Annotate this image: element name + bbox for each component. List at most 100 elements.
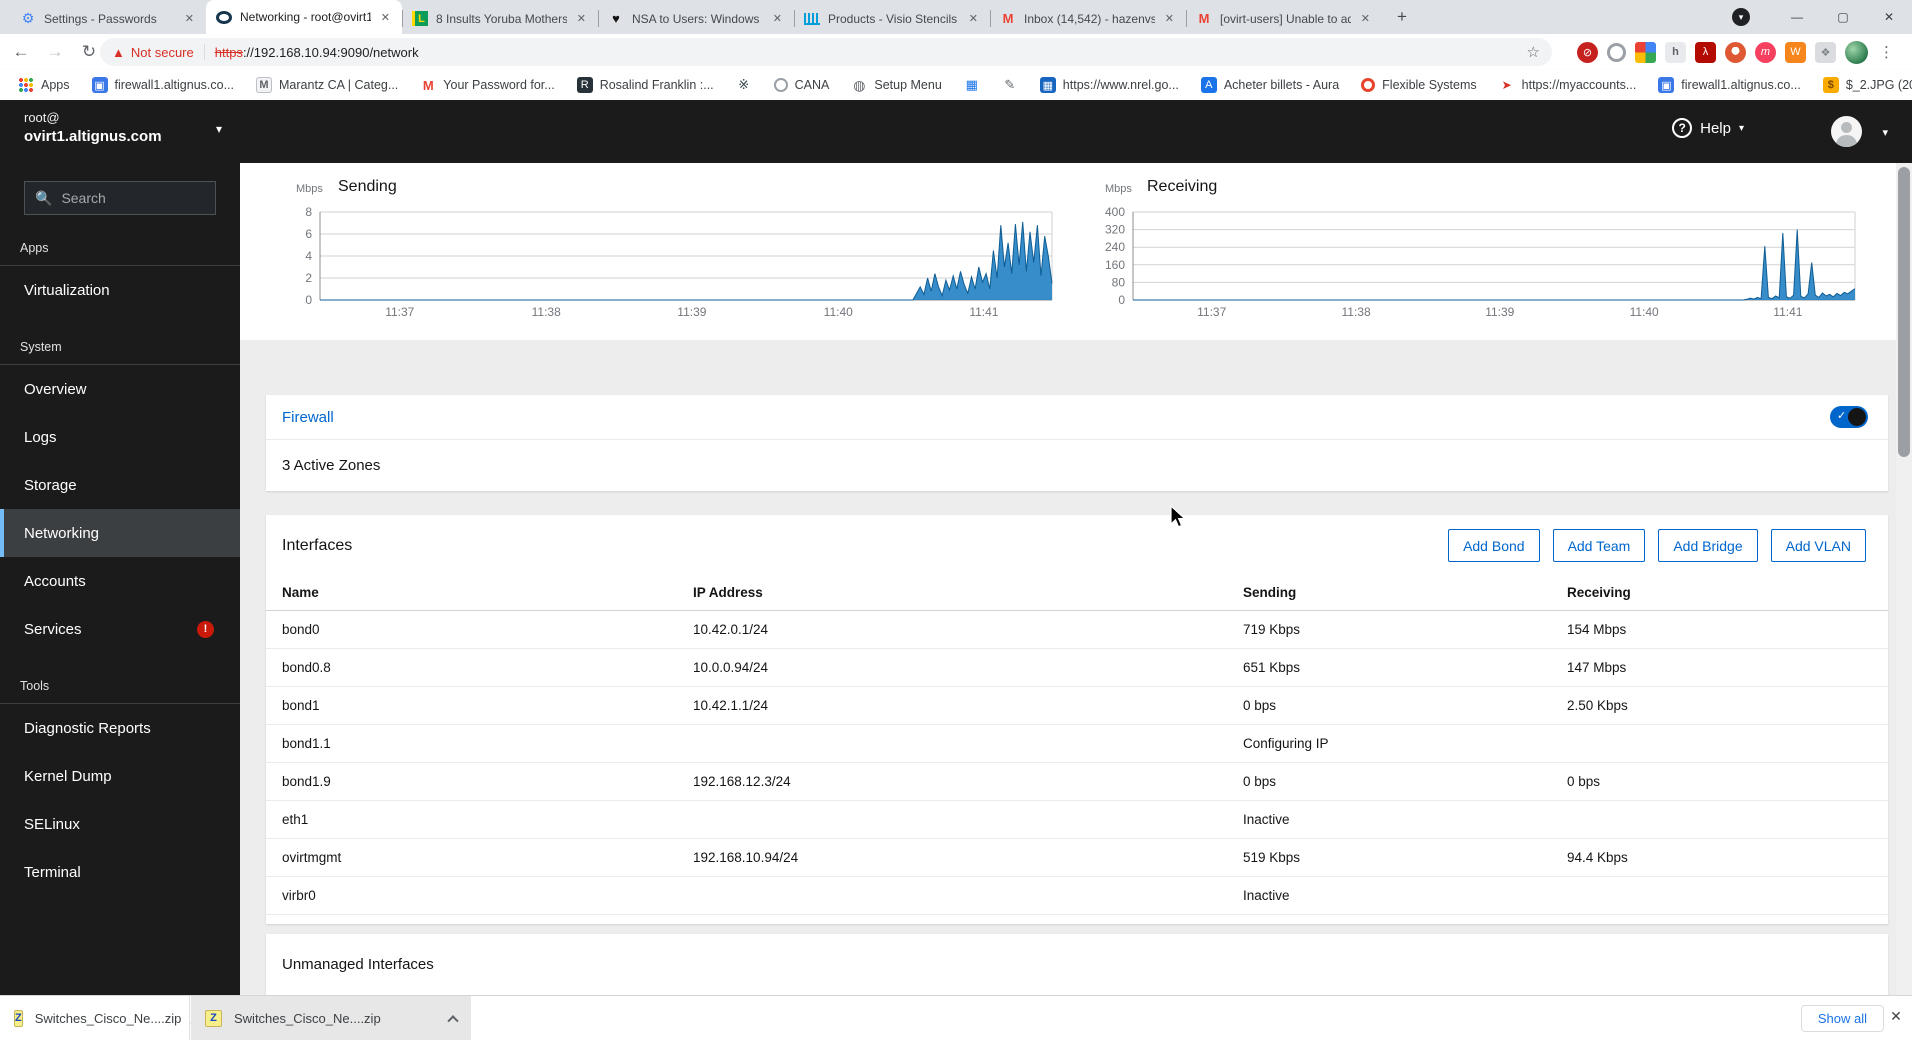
downloads-close-icon[interactable]: ✕ [1886, 1008, 1906, 1025]
h-ext-extension-icon[interactable]: h [1665, 41, 1686, 63]
forward-icon[interactable]: → [42, 39, 68, 65]
bookmark-item[interactable]: ※ [736, 77, 752, 93]
page-scrollbar[interactable] [1896, 163, 1912, 995]
download-item[interactable]: Z Switches_Cisco_Ne....zip [0, 996, 198, 1040]
fox-extension-icon[interactable]: W [1785, 41, 1806, 63]
tab-close-icon[interactable]: ✕ [183, 10, 196, 27]
add-vlan-button[interactable]: Add VLAN [1770, 529, 1866, 562]
tab-close-icon[interactable]: ✕ [575, 10, 588, 27]
bookmark-item[interactable]: R Rosalind Franklin :... [576, 77, 714, 93]
sidebar-item-diagnostic-reports[interactable]: Diagnostic Reports [0, 704, 240, 752]
cell-name[interactable]: bond1 [282, 698, 693, 713]
active-zones-row[interactable]: 3 Active Zones [266, 440, 1888, 490]
bookmark-item[interactable]: ◍ Setup Menu [851, 77, 942, 93]
cell-name[interactable]: bond0 [282, 622, 693, 637]
table-row[interactable]: ovirtmgmt 192.168.10.94/24 519 Kbps 94.4 Kb… [266, 839, 1888, 877]
meetup-extension-icon[interactable]: m [1755, 41, 1776, 63]
search-input[interactable] [61, 190, 192, 206]
browser-tab[interactable]: M [ovirt-users] Unable to add host ✕ [1186, 3, 1382, 34]
add-bridge-button[interactable]: Add Bridge [1658, 529, 1758, 562]
browser-tab[interactable]: ♥ NSA to Users: Windows 10 and W ✕ [598, 3, 794, 34]
reload-icon[interactable]: ↻ [76, 39, 102, 65]
firewall-link[interactable]: Firewall [282, 409, 334, 426]
bookmark-item[interactable]: ▣ firewall1.altignus.co... [91, 77, 234, 93]
firewall-toggle[interactable]: ✓ [1830, 406, 1868, 428]
puzzle-extension-icon[interactable]: ❖ [1815, 41, 1836, 63]
bookmark-item[interactable]: M Marantz CA | Categ... [256, 77, 398, 93]
url-text[interactable]: https://192.168.10.94:9090/network [215, 45, 419, 60]
browser-tab[interactable]: ⚙ Settings - Passwords ✕ [10, 3, 206, 34]
bookmark-star-icon[interactable]: ☆ [1527, 43, 1540, 61]
sidebar-item-selinux[interactable]: SELinux [0, 800, 240, 848]
sidebar-item-virtualization[interactable]: Virtualization [0, 266, 240, 314]
tab-close-icon[interactable]: ✕ [379, 9, 392, 26]
show-all-button[interactable]: Show all [1800, 1005, 1884, 1032]
sidebar-search[interactable]: 🔍 [24, 181, 216, 215]
session-caret-icon[interactable]: ▾ [1882, 126, 1888, 139]
tab-close-icon[interactable]: ✕ [1163, 10, 1176, 27]
bookmark-item[interactable]: M Your Password for... [420, 77, 555, 93]
sidebar-item-kernel-dump[interactable]: Kernel Dump [0, 752, 240, 800]
media-controls-icon[interactable]: ▾ [1732, 8, 1750, 26]
session-avatar[interactable] [1831, 116, 1862, 147]
browser-tab[interactable]: M Inbox (14,542) - hazenvs@gmail ✕ [990, 3, 1186, 34]
sidebar-item-services[interactable]: Services! [0, 605, 240, 653]
circle-extension-icon[interactable] [1607, 42, 1626, 62]
table-row[interactable]: virbr0 Inactive [266, 877, 1888, 915]
duck-extension-icon[interactable] [1725, 41, 1746, 63]
scrollbar-thumb[interactable] [1898, 167, 1910, 457]
help-menu[interactable]: ? Help ▾ [1672, 118, 1744, 138]
browser-menu-icon[interactable]: ⋮ [1879, 43, 1894, 61]
maximize-button[interactable]: ▢ [1820, 0, 1866, 34]
not-secure-label[interactable]: Not secure [131, 45, 194, 60]
adblock-extension-icon[interactable]: ⊘ [1577, 41, 1598, 63]
profile-avatar-icon[interactable] [1845, 40, 1868, 64]
bookmark-item[interactable]: ✎ [1002, 77, 1018, 93]
add-bond-button[interactable]: Add Bond [1448, 529, 1540, 562]
bookmark-item[interactable]: ▣ firewall1.altignus.co... [1658, 77, 1801, 93]
bookmark-item[interactable]: $ $_2.JPG (200×113) [1822, 77, 1912, 93]
bookmark-item[interactable]: CANA [773, 78, 829, 92]
close-button[interactable]: ✕ [1866, 0, 1912, 34]
sidebar-item-logs[interactable]: Logs [0, 413, 240, 461]
browser-tab[interactable]: Networking - root@ovirt1.altign ✕ [206, 0, 402, 34]
cell-name[interactable]: virbr0 [282, 888, 693, 903]
tab-close-icon[interactable]: ✕ [967, 10, 980, 27]
google-extension-icon[interactable] [1635, 41, 1656, 63]
table-row[interactable]: bond1.1 Configuring IP [266, 725, 1888, 763]
host-switcher[interactable]: root@ ovirt1.altignus.com ▾ [0, 100, 240, 163]
sidebar-item-terminal[interactable]: Terminal [0, 848, 240, 896]
cell-name[interactable]: ovirtmgmt [282, 850, 693, 865]
browser-tab[interactable]: L 8 Insults Yoruba Mothers Use Ve ✕ [402, 3, 598, 34]
address-bar[interactable]: ▲ Not secure https://192.168.10.94:9090/… [100, 38, 1552, 66]
cell-name[interactable]: bond1.9 [282, 774, 693, 789]
sidebar-item-storage[interactable]: Storage [0, 461, 240, 509]
bookmark-item[interactable]: ▦ [964, 77, 980, 93]
download-chevron-icon[interactable] [447, 1015, 459, 1027]
bookmark-item[interactable]: ▦ https://www.nrel.go... [1039, 77, 1179, 93]
cell-name[interactable]: bond0.8 [282, 660, 693, 675]
pdf-extension-icon[interactable]: λ [1695, 41, 1716, 63]
cell-name[interactable]: eth1 [282, 812, 693, 827]
new-tab-button[interactable]: + [1388, 3, 1416, 31]
tab-close-icon[interactable]: ✕ [1359, 10, 1372, 27]
minimize-button[interactable]: — [1774, 0, 1820, 34]
add-team-button[interactable]: Add Team [1552, 529, 1646, 562]
sidebar-item-networking[interactable]: Networking [0, 509, 240, 557]
table-row[interactable]: bond0 10.42.0.1/24 719 Kbps 154 Mbps [266, 611, 1888, 649]
cell-name[interactable]: bond1.1 [282, 736, 693, 751]
table-row[interactable]: eth1 Inactive [266, 801, 1888, 839]
tab-close-icon[interactable]: ✕ [771, 10, 784, 27]
bookmark-item[interactable]: Flexible Systems [1361, 78, 1477, 92]
table-row[interactable]: bond0.8 10.0.0.94/24 651 Kbps 147 Mbps [266, 649, 1888, 687]
bookmark-item[interactable]: ➤ https://myaccounts... [1499, 77, 1637, 93]
bookmark-item[interactable]: A Acheter billets - Aura [1200, 77, 1339, 93]
bookmark-item[interactable]: Apps [18, 77, 70, 93]
table-row[interactable]: bond1.9 192.168.12.3/24 0 bps 0 bps [266, 763, 1888, 801]
download-item[interactable]: Z Switches_Cisco_Ne....zip [191, 996, 471, 1040]
sidebar-item-overview[interactable]: Overview [0, 365, 240, 413]
table-row[interactable]: bond1 10.42.1.1/24 0 bps 2.50 Kbps [266, 687, 1888, 725]
sidebar-item-accounts[interactable]: Accounts [0, 557, 240, 605]
back-icon[interactable]: ← [8, 39, 34, 65]
browser-tab[interactable]: Products - Visio Stencils - Cisco ✕ [794, 3, 990, 34]
